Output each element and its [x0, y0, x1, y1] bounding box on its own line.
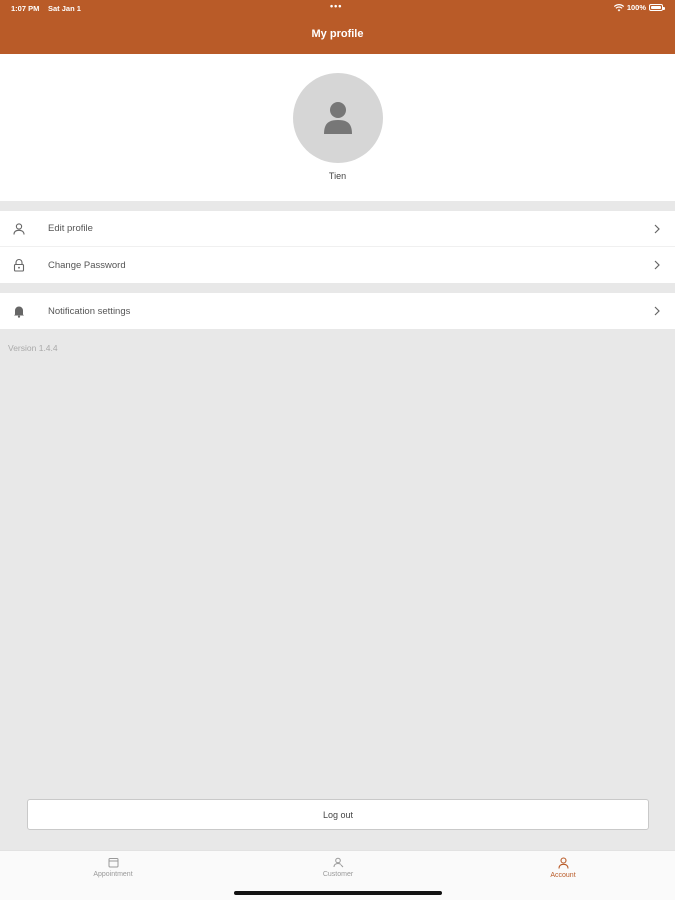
profile-name: Tien [328, 171, 347, 181]
logout-button[interactable]: Log out [27, 799, 649, 830]
lock-icon [13, 259, 25, 272]
avatar[interactable] [293, 73, 383, 163]
notification-settings-label: Notification settings [48, 305, 131, 317]
battery-icon [649, 4, 665, 11]
tab-account[interactable]: Account [488, 857, 638, 879]
user-icon [557, 857, 569, 869]
page-title: My profile [311, 28, 364, 40]
profile-card: Tien [0, 54, 675, 201]
app-version: Version 1.4.4 [8, 343, 58, 353]
notification-menu-group: Notification settings [0, 293, 675, 329]
wifi-icon [613, 3, 624, 11]
bell-icon [14, 306, 24, 318]
tab-customer[interactable]: Customer [263, 857, 413, 878]
user-icon [13, 223, 25, 235]
customer-icon [333, 857, 343, 868]
status-date: Sat Jan 1 [48, 4, 81, 13]
change-password-item[interactable]: Change Password [0, 247, 675, 283]
tab-customer-label: Customer [322, 871, 354, 878]
edit-profile-item[interactable]: Edit profile [0, 211, 675, 247]
change-password-label: Change Password [48, 259, 126, 271]
multitasking-dots-icon[interactable]: ••• [330, 1, 342, 11]
tab-appointment-label: Appointment [93, 871, 133, 878]
chevron-right-icon [654, 224, 660, 234]
calendar-icon [108, 858, 118, 868]
home-indicator [234, 891, 442, 895]
edit-profile-label: Edit profile [48, 223, 93, 234]
battery-percentage: 100% [626, 3, 646, 12]
screen: 1:07 PM Sat Jan 1 ••• 100% My profile Ti… [0, 0, 675, 900]
account-menu-group: Edit profile Change Password [0, 211, 675, 283]
tab-appointment[interactable]: Appointment [38, 857, 188, 878]
status-time: 1:07 PM [11, 4, 40, 13]
notification-settings-item[interactable]: Notification settings [0, 293, 675, 329]
status-right: 100% [613, 3, 665, 12]
chevron-right-icon [654, 306, 660, 316]
user-icon [324, 102, 352, 134]
header-bar: 1:07 PM Sat Jan 1 ••• 100% My profile [0, 0, 675, 54]
chevron-right-icon [654, 260, 660, 270]
tab-account-label: Account [550, 872, 576, 879]
